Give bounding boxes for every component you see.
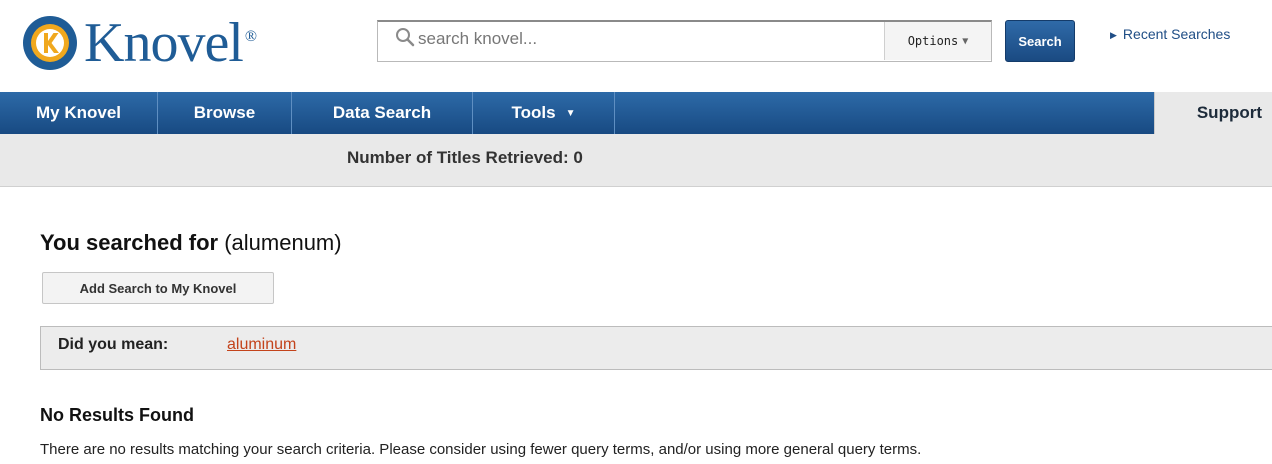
search-icon (396, 28, 415, 47)
options-dropdown[interactable]: Options ▼ (884, 22, 991, 60)
did-you-mean-label: Did you mean: (58, 336, 169, 353)
registered-mark: ® (244, 28, 258, 45)
no-results-message: There are no results matching your searc… (40, 441, 922, 458)
recent-searches-label: Recent Searches (1122, 26, 1231, 42)
chevron-down-icon: ▼ (962, 35, 969, 47)
recent-searches-link[interactable]: ▶ Recent Searches (1110, 26, 1230, 42)
nav-data-search[interactable]: Data Search (292, 92, 473, 134)
nav-label: Data Search (332, 103, 432, 122)
search-button[interactable]: Search (1005, 20, 1075, 62)
options-label: Options (907, 34, 959, 48)
nav-label: Tools (511, 103, 556, 122)
results-count-bar (0, 134, 1272, 187)
knovel-k-icon (23, 16, 77, 70)
triangle-right-icon: ▶ (1110, 29, 1117, 40)
did-you-mean-bar (40, 326, 1272, 370)
chevron-down-icon: ▼ (565, 107, 576, 119)
nav-label: My Knovel (35, 103, 122, 122)
searched-label: You searched for (40, 230, 219, 255)
nav-my-knovel[interactable]: My Knovel (0, 92, 158, 134)
search-query-heading: You searched for (alumenum) (40, 230, 342, 256)
knovel-logo[interactable]: Knovel ® (22, 9, 257, 77)
search-input[interactable] (418, 24, 878, 54)
main-nav: My Knovel Browse Data Search Tools ▼ (0, 92, 1272, 134)
nav-support[interactable]: Support (1154, 92, 1272, 134)
logo-text: Knovel (84, 12, 244, 74)
no-results-title: No Results Found (40, 405, 194, 425)
titles-retrieved-count: Number of Titles Retrieved: 0 (347, 148, 583, 167)
suggestion-link[interactable]: aluminum (227, 336, 296, 354)
add-search-button[interactable]: Add Search to My Knovel (42, 272, 274, 304)
nav-tools[interactable]: Tools ▼ (473, 92, 615, 134)
nav-label: Browse (193, 103, 256, 122)
searched-query: (alumenum) (224, 230, 342, 255)
nav-browse[interactable]: Browse (158, 92, 292, 134)
